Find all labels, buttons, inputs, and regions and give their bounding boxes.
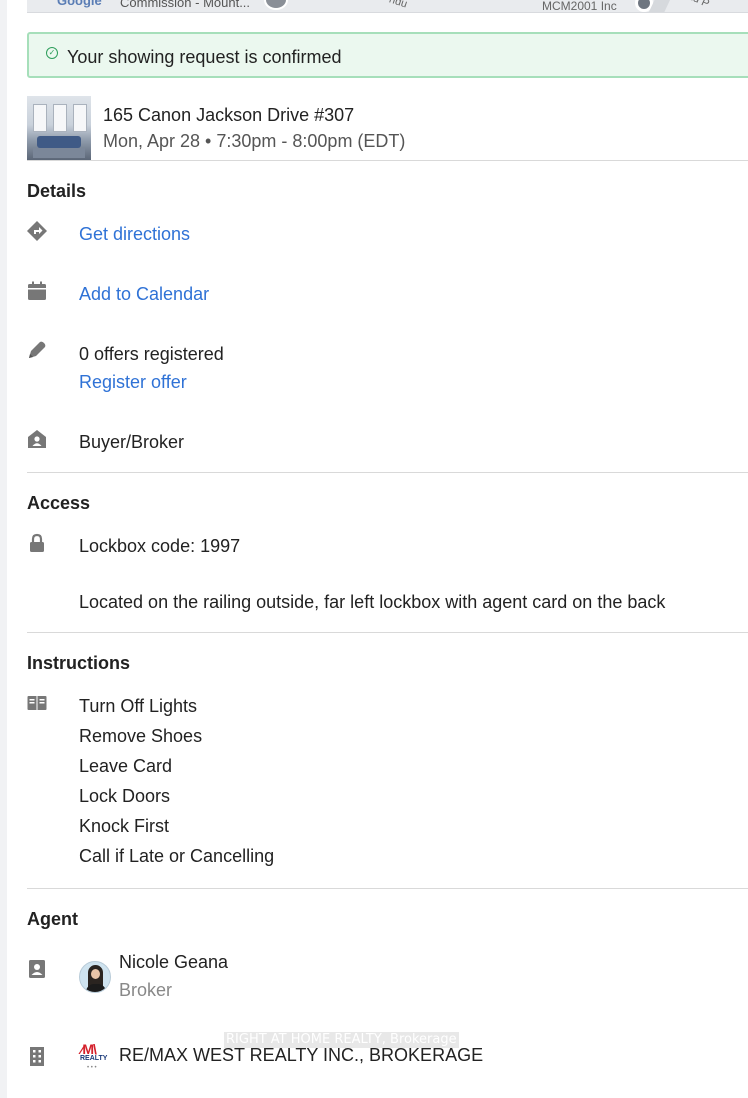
confirmation-banner: ✓ Your showing request is confirmed: [27, 32, 748, 78]
offers-count: 0 offers registered: [79, 344, 224, 364]
photo-sofa: [37, 136, 81, 148]
brokerage-name: RE/MAX WEST REALTY INC., BROKERAGE: [119, 1045, 484, 1065]
pen-icon: [29, 341, 46, 358]
instruction-item: Remove Shoes: [79, 726, 203, 746]
photo-rug: [33, 148, 85, 158]
map-street-label: ndu: [387, 0, 409, 11]
divider: [27, 472, 748, 473]
calendar-icon: [28, 281, 46, 300]
instruction-item: Turn Off Lights: [79, 696, 198, 716]
map-place-label: MCM2001 Inc: [542, 0, 617, 13]
brokerage-logo: ⁄M\ REALTY • • •: [80, 1041, 108, 1071]
map-label: Commission - Mount...: [120, 0, 251, 10]
building-icon: [30, 1047, 44, 1066]
map-road-label: ad P: [685, 0, 712, 11]
directions-icon: [27, 221, 47, 241]
showing-datetime: Mon, Apr 28 • 7:30pm - 8:00pm (EDT): [103, 131, 406, 151]
instruction-item: Call if Late or Cancelling: [79, 846, 275, 866]
contact-card-icon: [29, 960, 45, 978]
home-person-icon: [28, 430, 46, 448]
lockbox-code: Lockbox code: 1997: [79, 536, 241, 556]
lockbox-location-note: Located on the railing outside, far left…: [79, 592, 666, 612]
agent-role: Broker: [119, 980, 173, 1000]
map-logo: Google: [57, 0, 102, 8]
section-title-agent: Agent: [27, 909, 78, 929]
instruction-item: Leave Card: [79, 756, 173, 776]
book-icon: [27, 696, 47, 710]
lock-icon: [30, 533, 44, 552]
photo-window: [53, 104, 67, 132]
left-sidebar-edge: [0, 0, 7, 1098]
divider: [27, 888, 748, 889]
attendee-role: Buyer/Broker: [79, 432, 185, 452]
divider: [27, 632, 748, 633]
section-title-details: Details: [27, 181, 87, 201]
map-preview[interactable]: Google Commission - Mount... ndu MCM2001…: [27, 0, 748, 13]
listing-address: 165 Canon Jackson Drive #307: [103, 105, 355, 125]
instruction-item: Lock Doors: [79, 786, 171, 806]
map-pin-icon: [264, 0, 288, 10]
photo-window: [73, 104, 87, 132]
listing-photo[interactable]: [27, 96, 91, 160]
divider: [27, 160, 748, 161]
check-circle-icon: ✓: [46, 47, 58, 59]
add-to-calendar-link[interactable]: Add to Calendar: [79, 284, 209, 305]
photo-window: [33, 104, 47, 132]
section-title-access: Access: [27, 493, 91, 513]
register-offer-link[interactable]: Register offer: [79, 372, 187, 393]
agent-avatar: [79, 961, 111, 993]
confirmation-message: Your showing request is confirmed: [67, 47, 342, 67]
section-title-instructions: Instructions: [27, 653, 131, 673]
instruction-item: Knock First: [79, 816, 170, 836]
agent-name: Nicole Geana: [119, 952, 229, 972]
get-directions-link[interactable]: Get directions: [79, 224, 190, 245]
